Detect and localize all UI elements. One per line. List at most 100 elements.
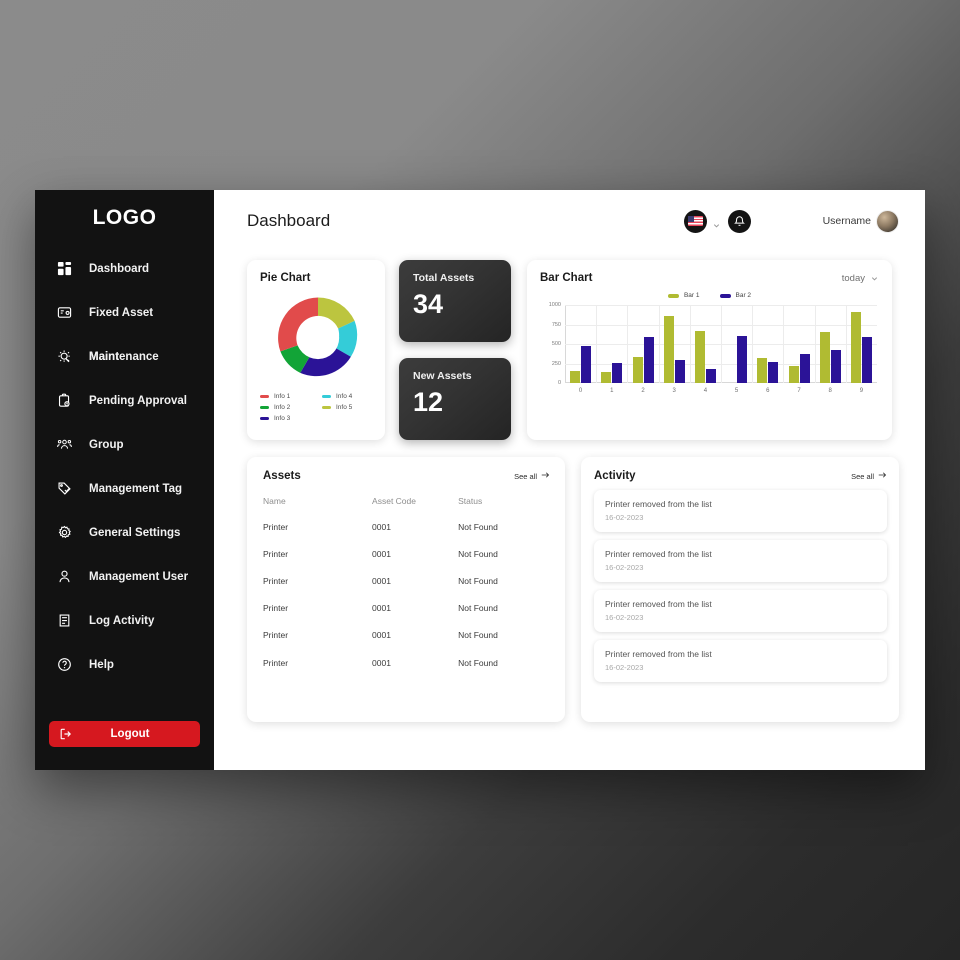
sidebar: LOGO Dashboard Fixed Asset Maintenance M… xyxy=(35,190,214,770)
bar-bar-1-3[interactable] xyxy=(663,315,674,383)
language-switcher[interactable] xyxy=(683,209,728,233)
bar-bar-2-7[interactable] xyxy=(799,353,810,383)
user-menu[interactable]: Username xyxy=(822,209,899,233)
bar-bar-1-2[interactable] xyxy=(632,357,643,383)
sidebar-item-dashboard[interactable]: Dashboard xyxy=(35,254,214,283)
see-all-label: See all xyxy=(851,471,874,481)
grid-dashboard-icon xyxy=(56,260,73,277)
activity-see-all-link[interactable]: See all xyxy=(851,471,887,481)
legend-swatch xyxy=(719,293,731,298)
sidebar-item-log-activity[interactable]: Log Activity xyxy=(35,606,214,635)
logout-button[interactable]: Logout xyxy=(49,721,200,747)
legend-swatch xyxy=(260,405,269,410)
x-axis-tick: 3 xyxy=(672,388,676,394)
legend-item: Info 1 xyxy=(260,393,322,400)
main-content: Dashboard Username Pie Chart Info 1 Info… xyxy=(214,190,925,770)
x-axis-tick: 1 xyxy=(610,388,614,394)
bar-bar-2-2[interactable] xyxy=(643,336,654,383)
legend-swatch xyxy=(322,394,331,399)
gridline-vertical xyxy=(783,305,785,383)
stat-cards: Total Assets 34 New Assets 12 xyxy=(399,260,511,440)
cell-name: Printer xyxy=(263,521,289,532)
stat-label: New Assets xyxy=(413,370,472,382)
table-row[interactable]: Printer 0001 Not Found xyxy=(263,540,550,567)
notification-bell-button[interactable] xyxy=(727,209,751,233)
activity-list-item[interactable]: Printer removed from the list 16-02-2023 xyxy=(594,590,887,632)
cell-status: Not Found xyxy=(458,603,498,614)
assets-see-all-link[interactable]: See all xyxy=(514,471,550,481)
activity-list-item[interactable]: Printer removed from the list 16-02-2023 xyxy=(594,640,887,682)
bar-bar-1-0[interactable] xyxy=(570,370,581,383)
sidebar-item-fixed-asset[interactable]: Fixed Asset xyxy=(35,298,214,327)
bar-bar-2-8[interactable] xyxy=(830,350,841,383)
x-axis-tick: 2 xyxy=(641,388,645,394)
cell-status: Not Found xyxy=(458,575,498,586)
sidebar-item-group[interactable]: Group xyxy=(35,430,214,459)
activity-list-item[interactable]: Printer removed from the list 16-02-2023 xyxy=(594,490,887,532)
assets-table-body: Printer 0001 Not Found Printer 0001 Not Found… xyxy=(263,513,550,676)
new-assets-card: New Assets 12 xyxy=(399,358,511,440)
column-header-name: Name xyxy=(263,496,286,506)
bar-bar-1-4[interactable] xyxy=(694,331,705,383)
gridline-vertical xyxy=(627,305,629,383)
table-row[interactable]: Printer 0001 Not Found xyxy=(263,622,550,649)
sidebar-item-maintenance[interactable]: Maintenance Maint xyxy=(35,342,214,371)
activity-date: 16-02-2023 xyxy=(605,563,644,572)
table-row[interactable]: Printer 0001 Not Found xyxy=(263,513,550,540)
y-axis-tick: 0 xyxy=(557,380,561,386)
bar-bar-2-0[interactable] xyxy=(581,345,592,383)
cell-status: Not Found xyxy=(458,548,498,559)
activity-header: Activity See all xyxy=(594,470,887,482)
bar-bar-1-7[interactable] xyxy=(788,366,799,383)
gridline-vertical xyxy=(752,305,754,383)
bar-bar-1-9[interactable] xyxy=(850,312,861,383)
activity-date: 16-02-2023 xyxy=(605,613,644,622)
dashboard-bottom-row: Assets See all Name Asset Code Status Pr… xyxy=(247,457,899,722)
fixed-asset-icon xyxy=(56,304,73,321)
arrow-right-icon xyxy=(541,471,550,481)
bar-bar-2-9[interactable] xyxy=(861,336,872,383)
total-assets-card: Total Assets 34 xyxy=(399,260,511,342)
bar-bar-2-4[interactable] xyxy=(705,368,716,383)
sidebar-item-label-overlay: Maint xyxy=(89,350,120,363)
sidebar-item-label: Dashboard xyxy=(89,262,150,275)
table-row[interactable]: Printer 0001 Not Found xyxy=(263,567,550,594)
sidebar-item-label: Management Tag xyxy=(89,482,183,495)
sidebar-item-general-settings[interactable]: General Settings xyxy=(35,518,214,547)
bar-bar-2-6[interactable] xyxy=(768,362,779,383)
bar-bar-1-8[interactable] xyxy=(819,331,830,383)
legend-label: Info 2 xyxy=(274,404,291,411)
y-axis-tick: 750 xyxy=(551,321,561,328)
legend-label: Info 5 xyxy=(336,404,353,411)
bar-bar-1-6[interactable] xyxy=(757,357,768,383)
bar-chart-legend: Bar 1 Bar 2 xyxy=(540,292,879,299)
see-all-label: See all xyxy=(514,471,537,481)
clipboard-clock-icon xyxy=(56,392,73,409)
cell-status: Not Found xyxy=(458,630,498,641)
table-header-row: Name Asset Code Status xyxy=(263,489,550,513)
assets-title: Assets xyxy=(263,470,301,482)
activity-date: 16-02-2023 xyxy=(605,513,644,522)
cell-asset-code: 0001 xyxy=(372,657,391,668)
user-icon xyxy=(56,568,73,585)
sidebar-item-management-user[interactable]: Management User xyxy=(35,562,214,591)
tag-check-icon xyxy=(56,480,73,497)
username-label: Username xyxy=(822,215,871,227)
sidebar-item-help[interactable]: Help xyxy=(35,650,214,679)
bar-bar-1-1[interactable] xyxy=(601,371,612,383)
bar-bar-2-5[interactable] xyxy=(737,335,748,383)
bar-bar-2-1[interactable] xyxy=(612,363,623,383)
pie-chart-title: Pie Chart xyxy=(260,272,311,284)
sidebar-item-management-tag[interactable]: Management Tag xyxy=(35,474,214,503)
gridline-vertical xyxy=(596,305,598,383)
legend-swatch xyxy=(667,293,679,298)
bar-chart-range-select[interactable]: today xyxy=(842,273,879,284)
sidebar-item-pending-approval[interactable]: Pending Approval xyxy=(35,386,214,415)
bar-bar-2-3[interactable] xyxy=(674,360,685,383)
table-row[interactable]: Printer 0001 Not Found xyxy=(263,649,550,676)
activity-list-item[interactable]: Printer removed from the list 16-02-2023 xyxy=(594,540,887,582)
stat-value: 12 xyxy=(413,387,444,417)
pie-chart-legend: Info 1 Info 4 Info 2 Info 5 Info 3 xyxy=(260,393,385,426)
gridline-vertical xyxy=(721,305,722,383)
table-row[interactable]: Printer 0001 Not Found xyxy=(263,595,550,622)
